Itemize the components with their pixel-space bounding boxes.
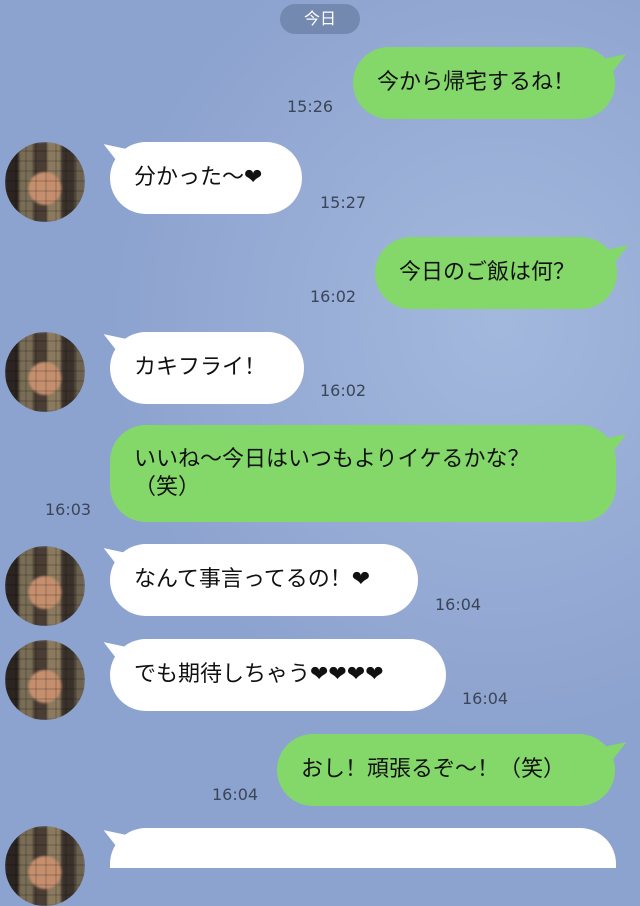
outgoing-message[interactable]: おし！頑張るぞ〜！（笑） xyxy=(277,734,615,806)
incoming-message[interactable]: なんて事言ってるの！❤ xyxy=(110,544,418,616)
incoming-message[interactable]: 分かった〜❤ xyxy=(110,142,302,214)
message-text: おし！頑張るぞ〜！（笑） xyxy=(301,757,566,782)
incoming-message-partial[interactable] xyxy=(110,828,616,868)
message-text: なんて事言ってるの！❤ xyxy=(134,567,371,592)
message-timestamp: 16:04 xyxy=(212,785,259,804)
avatar-pixelation xyxy=(5,546,85,626)
contact-avatar[interactable] xyxy=(5,640,85,720)
message-timestamp: 16:02 xyxy=(320,381,367,400)
contact-avatar[interactable] xyxy=(5,332,85,412)
avatar-pixelation xyxy=(5,332,85,412)
avatar-pixelation xyxy=(5,826,85,906)
contact-avatar[interactable] xyxy=(5,826,85,906)
message-text: 今日のご飯は何？ xyxy=(399,260,576,285)
message-timestamp: 16:03 xyxy=(45,500,92,519)
outgoing-message[interactable]: いいね〜今日はいつもよりイケるかな？ （笑） xyxy=(110,425,616,522)
contact-avatar[interactable] xyxy=(5,142,85,222)
message-timestamp: 15:27 xyxy=(320,193,367,212)
message-text: 分かった〜❤ xyxy=(134,165,263,190)
message-timestamp: 15:26 xyxy=(287,97,334,116)
message-text-line: いいね〜今日はいつもよりイケるかな？ xyxy=(134,447,530,472)
date-separator: 今日 xyxy=(280,4,360,34)
contact-avatar[interactable] xyxy=(5,546,85,626)
message-timestamp: 16:02 xyxy=(310,287,357,306)
avatar-pixelation xyxy=(5,142,85,222)
outgoing-message[interactable]: 今日のご飯は何？ xyxy=(375,237,617,309)
incoming-message[interactable]: カキフライ！ xyxy=(110,332,304,404)
outgoing-message[interactable]: 今から帰宅するね！ xyxy=(353,47,615,119)
message-timestamp: 16:04 xyxy=(435,595,482,614)
incoming-message[interactable]: でも期待しちゃう❤❤❤❤ xyxy=(110,639,446,711)
message-timestamp: 16:04 xyxy=(462,689,509,708)
avatar-pixelation xyxy=(5,640,85,720)
message-text: でも期待しちゃう❤❤❤❤ xyxy=(134,662,384,687)
message-text: 今から帰宅するね！ xyxy=(377,70,576,95)
message-text-line: （笑） xyxy=(134,475,201,500)
message-text: カキフライ！ xyxy=(134,355,267,380)
